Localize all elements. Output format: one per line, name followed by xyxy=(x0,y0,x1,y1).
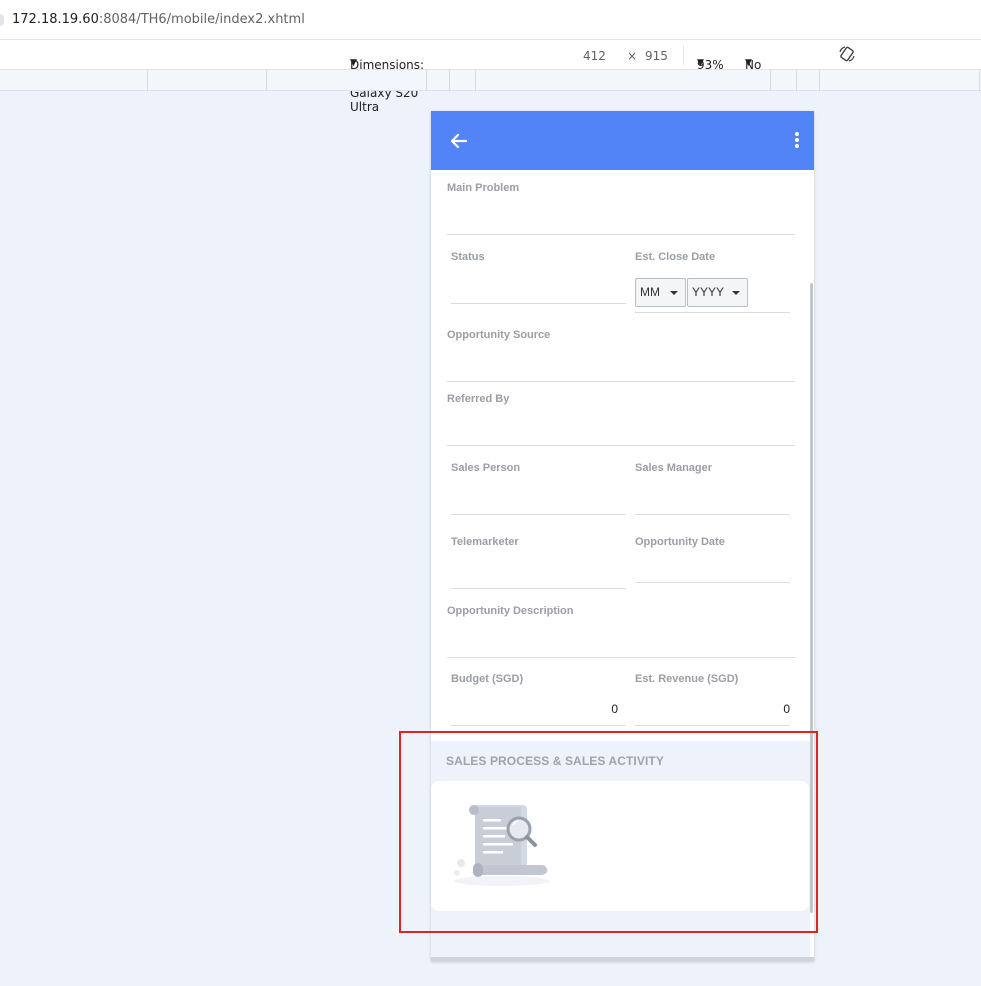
budget-value: 0 xyxy=(611,702,618,716)
ruler-tick xyxy=(819,70,820,91)
main-problem-label: Main Problem xyxy=(447,182,520,194)
url-host: 172.18.19.60 xyxy=(12,12,99,27)
toolbar-divider xyxy=(683,45,684,65)
field-underline xyxy=(447,445,795,446)
sales-manager-label: Sales Manager xyxy=(635,462,713,474)
ruler-tick xyxy=(475,70,476,91)
telemarketer-label: Telemarketer xyxy=(451,536,519,548)
ruler-tick xyxy=(770,70,771,91)
sales-person-field[interactable]: Sales Person xyxy=(451,462,626,515)
sales-manager-field[interactable]: Sales Manager xyxy=(635,462,790,515)
opportunity-source-label: Opportunity Source xyxy=(447,329,551,341)
field-underline xyxy=(451,303,626,304)
viewport-bottom-edge xyxy=(431,957,814,961)
device-toolbar: Dimensions: Samsung Galaxy S20 Ultra ▼ 4… xyxy=(0,40,981,114)
device-height-input[interactable]: 915 xyxy=(645,49,668,63)
field-underline xyxy=(447,657,795,658)
browser-address-bar[interactable]: 172.18.19.60:8084/TH6/mobile/index2.xhtm… xyxy=(0,0,981,40)
url-path: :8084/TH6/mobile/index2.xhtml xyxy=(98,12,305,27)
referred-by-label: Referred By xyxy=(447,393,510,405)
device-width-input[interactable]: 412 xyxy=(583,49,606,63)
budget-field[interactable]: Budget (SGD) 0 xyxy=(451,673,626,726)
dimension-separator: × xyxy=(627,49,638,63)
est-revenue-field[interactable]: Est. Revenue (SGD) 0 xyxy=(635,673,790,726)
chevron-down-icon: ▼ xyxy=(350,58,357,68)
status-field[interactable]: Status xyxy=(451,251,626,304)
est-revenue-value: 0 xyxy=(783,702,790,716)
highlight-box xyxy=(399,731,818,933)
status-label: Status xyxy=(451,251,485,263)
ruler-tick xyxy=(449,70,450,91)
caret-down-icon xyxy=(670,291,678,295)
app-bar xyxy=(431,111,814,170)
budget-label: Budget (SGD) xyxy=(451,673,524,685)
arrow-left-icon[interactable] xyxy=(445,127,473,155)
field-underline xyxy=(635,514,790,515)
field-underline xyxy=(447,381,795,382)
est-revenue-label: Est. Revenue (SGD) xyxy=(635,673,739,685)
ruler-tick xyxy=(796,70,797,91)
sales-person-label: Sales Person xyxy=(451,462,521,474)
year-select-value: YYYY xyxy=(692,285,725,299)
more-vertical-icon[interactable] xyxy=(790,129,804,151)
field-underline xyxy=(635,582,790,583)
ruler-tick xyxy=(979,70,980,91)
field-underline xyxy=(451,514,626,515)
ruler-tick xyxy=(266,70,267,91)
field-underline xyxy=(451,588,626,589)
url-text[interactable]: 172.18.19.60:8084/TH6/mobile/index2.xhtm… xyxy=(12,12,305,27)
opportunity-date-field[interactable]: Opportunity Date xyxy=(635,536,790,583)
main-problem-field[interactable]: Main Problem xyxy=(447,182,795,235)
opportunity-description-label: Opportunity Description xyxy=(447,605,574,617)
rotate-device-icon[interactable] xyxy=(838,45,856,67)
opportunity-description-field[interactable]: Opportunity Description xyxy=(447,605,795,658)
year-select[interactable]: YYYY xyxy=(687,278,748,307)
field-underline xyxy=(635,725,790,726)
opportunity-date-label: Opportunity Date xyxy=(635,536,725,548)
opportunity-source-field[interactable]: Opportunity Source xyxy=(447,329,795,382)
est-close-date-label: Est. Close Date xyxy=(635,251,716,263)
field-underline xyxy=(635,312,790,313)
month-select-value: MM xyxy=(640,285,660,299)
site-info-icon[interactable] xyxy=(0,14,4,26)
chevron-down-icon: ▼ xyxy=(697,58,704,68)
media-query-ruler[interactable] xyxy=(0,70,981,91)
field-underline xyxy=(451,725,626,726)
chevron-down-icon: ▼ xyxy=(745,58,752,68)
field-underline xyxy=(447,234,795,235)
referred-by-field[interactable]: Referred By xyxy=(447,393,795,446)
ruler-tick xyxy=(147,70,148,91)
ruler-tick xyxy=(426,70,427,91)
month-select[interactable]: MM xyxy=(635,278,686,307)
caret-down-icon xyxy=(732,291,740,295)
telemarketer-field[interactable]: Telemarketer xyxy=(451,536,626,589)
